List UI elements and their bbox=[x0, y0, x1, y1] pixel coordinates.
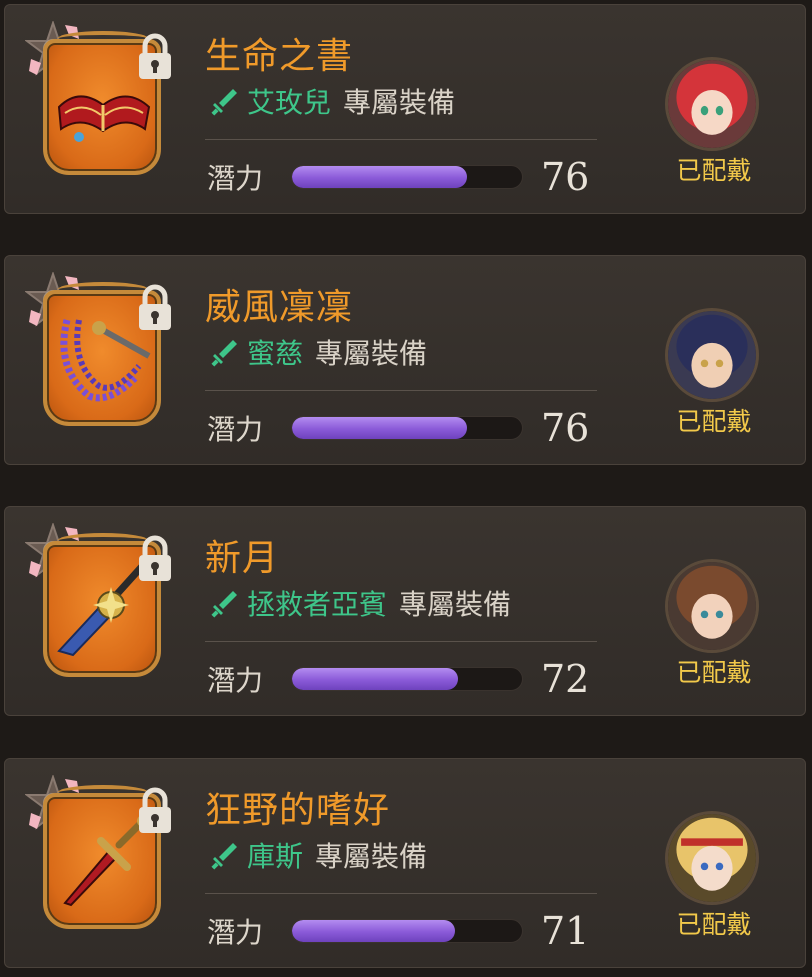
character-avatar[interactable] bbox=[665, 559, 759, 653]
owner-name: 拯救者亞賓 bbox=[247, 588, 388, 621]
exclusive-line: 艾玫兒 專屬裝備 bbox=[209, 81, 455, 121]
exclusive-line: 蜜慈 專屬裝備 bbox=[209, 332, 427, 372]
exclusive-label: 專屬裝備 bbox=[315, 840, 428, 873]
potential-value: 72 bbox=[541, 657, 590, 701]
potential-value: 76 bbox=[541, 155, 590, 199]
lock-icon[interactable] bbox=[135, 284, 175, 332]
potential-bar-fill bbox=[292, 417, 467, 439]
potential-bar bbox=[291, 165, 523, 189]
sword-icon bbox=[211, 89, 237, 116]
exclusive-line: 庫斯 專屬裝備 bbox=[209, 835, 427, 875]
potential-label: 潛力 bbox=[207, 916, 264, 949]
potential-bar-fill bbox=[292, 166, 467, 188]
character-avatar[interactable] bbox=[665, 57, 759, 151]
lock-icon[interactable] bbox=[135, 787, 175, 835]
owner-name: 庫斯 bbox=[247, 840, 304, 873]
equipped-label: 已配戴 bbox=[676, 910, 752, 939]
equipped-label: 已配戴 bbox=[676, 156, 752, 185]
potential-label: 潛力 bbox=[207, 664, 264, 697]
divider bbox=[205, 139, 597, 140]
exclusive-label: 專屬裝備 bbox=[399, 588, 512, 621]
equipment-card[interactable]: 新月 拯救者亞賓 專屬裝備 潛力 72 已配戴 bbox=[4, 506, 806, 716]
lock-icon[interactable] bbox=[135, 535, 175, 583]
potential-label: 潛力 bbox=[207, 162, 264, 195]
exclusive-label: 專屬裝備 bbox=[315, 337, 428, 370]
item-title: 狂野的嗜好 bbox=[205, 790, 391, 831]
equipment-card[interactable]: 狂野的嗜好 庫斯 專屬裝備 潛力 71 已配戴 bbox=[4, 758, 806, 968]
lock-icon[interactable] bbox=[135, 33, 175, 81]
equipped-label: 已配戴 bbox=[676, 407, 752, 436]
sword-icon bbox=[211, 843, 237, 870]
sword-icon bbox=[211, 591, 237, 618]
item-title: 新月 bbox=[205, 538, 280, 579]
potential-value: 71 bbox=[541, 909, 590, 953]
potential-bar-fill bbox=[292, 920, 456, 942]
equipment-card[interactable]: 威風凜凜 蜜慈 專屬裝備 潛力 76 已配戴 bbox=[4, 255, 806, 465]
equipment-card[interactable]: 生命之書 艾玫兒 專屬裝備 潛力 76 已配戴 bbox=[4, 4, 806, 214]
owner-name: 蜜慈 bbox=[247, 337, 304, 370]
potential-bar bbox=[291, 416, 523, 440]
character-avatar[interactable] bbox=[665, 811, 759, 905]
potential-bar bbox=[291, 919, 523, 943]
potential-label: 潛力 bbox=[207, 413, 264, 446]
potential-bar-fill bbox=[292, 668, 458, 690]
exclusive-label: 專屬裝備 bbox=[343, 86, 456, 119]
potential-bar bbox=[291, 667, 523, 691]
potential-value: 76 bbox=[541, 406, 590, 450]
sword-icon bbox=[211, 340, 237, 367]
divider bbox=[205, 893, 597, 894]
exclusive-line: 拯救者亞賓 專屬裝備 bbox=[209, 583, 511, 623]
character-avatar[interactable] bbox=[665, 308, 759, 402]
owner-name: 艾玫兒 bbox=[247, 86, 332, 119]
divider bbox=[205, 390, 597, 391]
divider bbox=[205, 641, 597, 642]
item-title: 生命之書 bbox=[205, 36, 354, 77]
item-title: 威風凜凜 bbox=[205, 287, 354, 328]
equipped-label: 已配戴 bbox=[676, 658, 752, 687]
